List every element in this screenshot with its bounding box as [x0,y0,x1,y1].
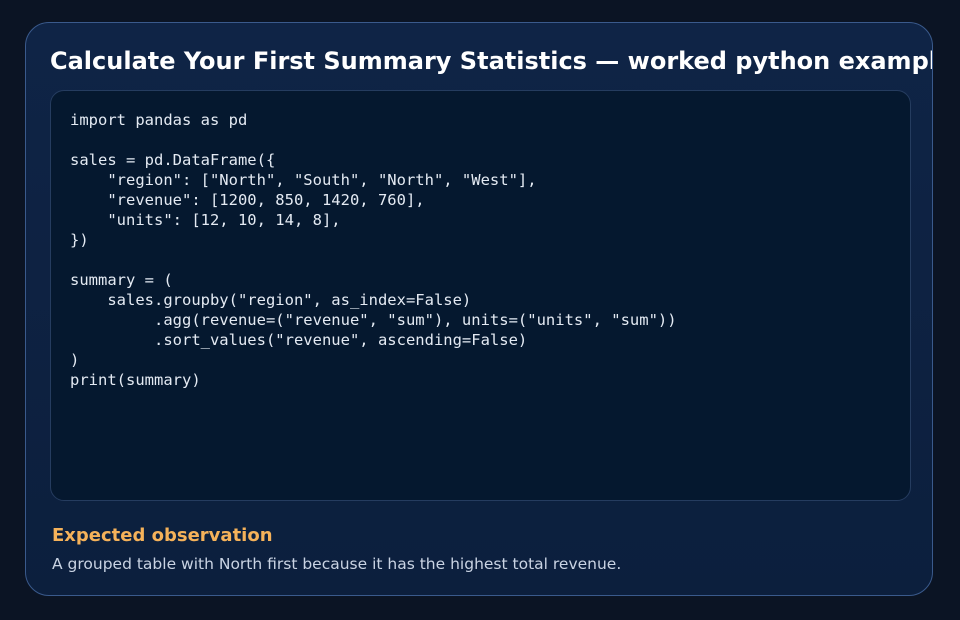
observation-heading: Expected observation [52,525,273,546]
example-title: Calculate Your First Summary Statistics … [50,47,933,75]
observation-text: A grouped table with North first because… [52,555,622,573]
python-code: import pandas as pd sales = pd.DataFrame… [70,111,677,389]
code-block: import pandas as pd sales = pd.DataFrame… [50,90,911,501]
example-card: Calculate Your First Summary Statistics … [25,22,933,596]
